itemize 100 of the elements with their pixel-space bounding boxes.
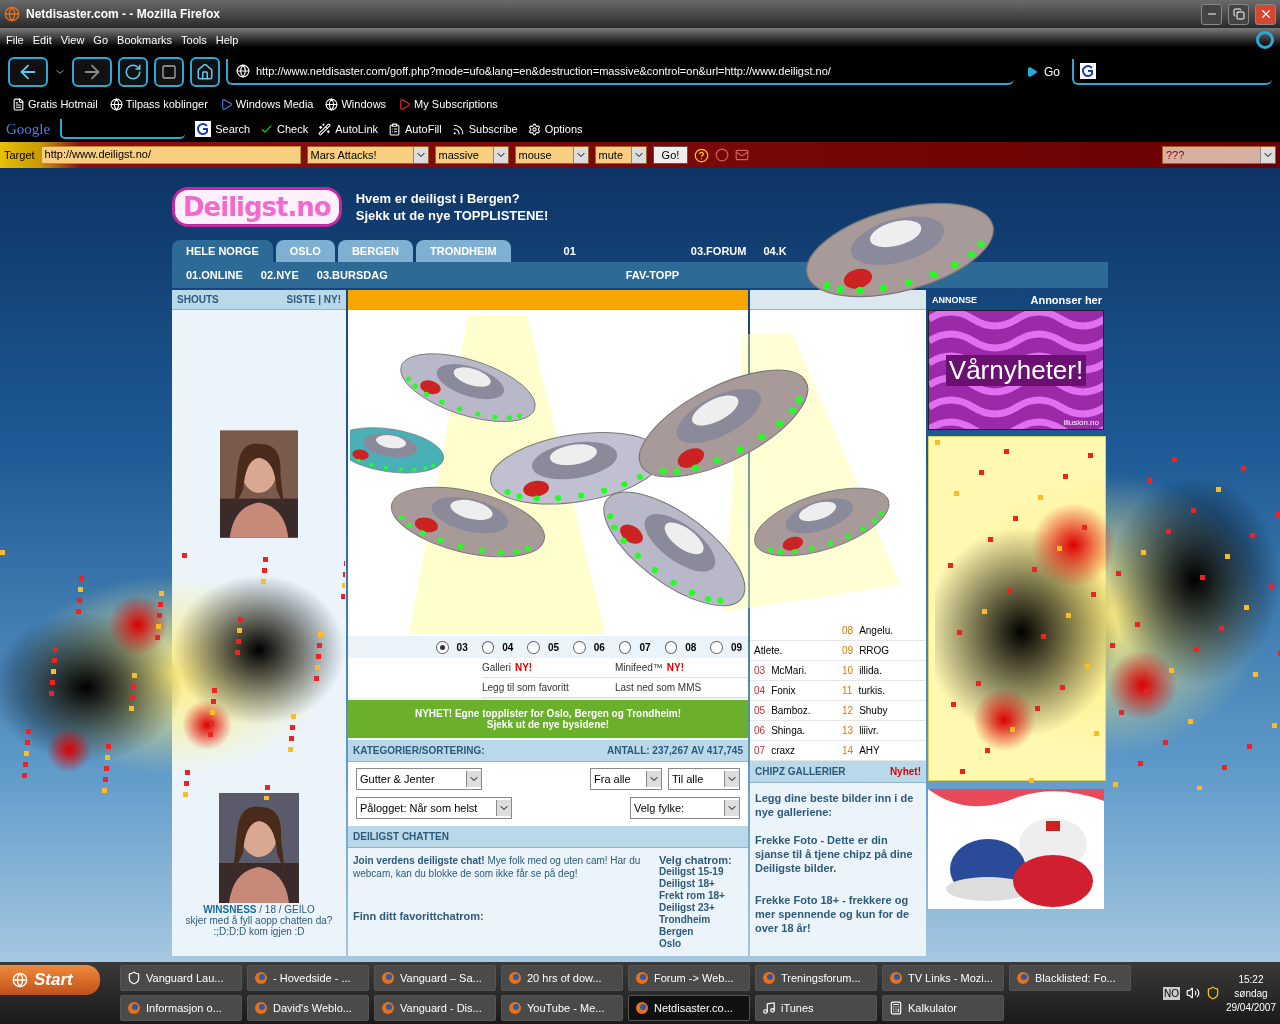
advertise-link[interactable]: Annonser her (1030, 294, 1102, 306)
chat-room-link[interactable]: Frekt rom 18+ (659, 890, 743, 902)
category-select[interactable]: Gutter & Jenter (356, 768, 482, 790)
nav-link[interactable]: FAV-TOPP (625, 269, 680, 281)
site-link[interactable]: Legg til som favoritt (482, 678, 615, 698)
target-field[interactable]: http://www.deiligst.no/ (40, 146, 301, 164)
toolbar-button[interactable]: Subscribe (451, 122, 518, 136)
google-logo[interactable]: Google (6, 120, 51, 138)
bookmark-link[interactable]: Gratis Hotmail (12, 97, 98, 111)
taskbar-button[interactable]: YouTube - Me... (501, 995, 623, 1021)
taskbar-button[interactable]: Kalkulator (882, 995, 1004, 1021)
chat-room-link[interactable]: Deiligst 18+ (659, 878, 743, 890)
menu-item[interactable]: Bookmarks (117, 34, 173, 46)
taskbar-button[interactable]: Vanguard Lau... (120, 965, 242, 991)
page-radio[interactable] (527, 640, 541, 654)
language-indicator[interactable]: NO (1162, 986, 1180, 1000)
home-button[interactable] (190, 57, 220, 87)
taskbar-button[interactable]: Blacklisted: Fo... (1009, 965, 1131, 991)
ad-banner[interactable]: Vårnyheter! illusion.no (928, 310, 1104, 430)
taskbar-button[interactable]: iTunes (755, 995, 877, 1021)
menu-item[interactable]: View (60, 34, 85, 46)
menu-item[interactable]: Help (215, 34, 239, 46)
site-link[interactable]: Minifeed™ NY! (615, 658, 748, 678)
nav-link[interactable]: 02.NYE (260, 269, 299, 281)
taskbar-button[interactable]: Vanguard - Dis... (374, 995, 496, 1021)
member-link[interactable]: Bamboz. (771, 705, 811, 716)
restore-button[interactable] (1228, 3, 1249, 25)
shout-links[interactable]: SISTE | NY! (286, 294, 341, 305)
stop-button[interactable] (154, 57, 184, 87)
online-select[interactable]: Pålogget: Når som helst (356, 797, 512, 819)
nav-link[interactable]: 03.BURSDAG (316, 269, 388, 281)
member-link[interactable]: illida. (859, 665, 882, 676)
bookmark-link[interactable]: Tilpass koblinger (109, 97, 208, 111)
option-select[interactable]: mouse (514, 146, 589, 164)
page-radio[interactable] (573, 640, 586, 654)
nav-link[interactable]: 04.K (763, 245, 787, 257)
address-field[interactable]: http://www.netdisaster.com/goff.php?mode=ufo&lang=en&destruction=massive&control=on&url=http://www.deiligst.no/ (226, 59, 1014, 85)
chat-room-link[interactable]: Bergen (659, 926, 743, 938)
member-link[interactable]: Fonix (771, 685, 796, 696)
toolbar-button[interactable]: Check (260, 122, 309, 136)
member-link[interactable]: Shinga. (771, 725, 806, 736)
taskbar-button[interactable]: Vanguard – Sa... (374, 965, 496, 991)
menu-item[interactable]: File (6, 34, 24, 46)
member-link[interactable]: RROG (859, 645, 890, 656)
option-select[interactable]: massive (434, 146, 509, 164)
option-select[interactable]: Mars Attacks! (306, 146, 429, 164)
page-radio[interactable] (436, 640, 449, 654)
nav-link[interactable]: 01 (563, 245, 576, 257)
region-tab[interactable]: HELE NORGE (172, 240, 273, 262)
reload-button[interactable] (118, 57, 148, 87)
back-button[interactable] (8, 57, 48, 87)
menu-item[interactable]: Go (93, 34, 109, 46)
toolbar-button[interactable]: AutoFill (388, 122, 442, 136)
taskbar-button[interactable]: - Hovedside - ... (247, 965, 369, 991)
taskbar-button[interactable]: Netdisaster.co... (628, 995, 750, 1021)
menu-item[interactable]: Edit (32, 34, 52, 46)
member-link[interactable]: Atlete. (754, 645, 783, 656)
toolbar-button[interactable]: Options (527, 122, 583, 136)
go-button[interactable]: Go! (652, 146, 689, 164)
chat-room-link[interactable]: Trondheim (659, 914, 743, 926)
menu-item[interactable]: Tools (181, 34, 207, 46)
member-link[interactable]: Angelu. (859, 625, 894, 636)
page-radio[interactable] (618, 640, 632, 654)
help-icon[interactable] (694, 147, 710, 163)
site-link[interactable]: Last ned som MMS (615, 678, 748, 698)
site-link[interactable]: Galleri NY! (482, 658, 615, 678)
go-button[interactable]: Go (1020, 64, 1066, 80)
member-link[interactable]: McMari. (771, 665, 807, 676)
taskbar-button[interactable]: Treningsforum... (755, 965, 877, 991)
circle-icon[interactable] (715, 148, 730, 162)
page-radio[interactable] (481, 640, 495, 654)
from-select[interactable]: Fra alle (590, 768, 662, 790)
taskbar-button[interactable]: David's Weblo... (247, 995, 369, 1021)
search-field[interactable] (1072, 59, 1272, 85)
bookmark-link[interactable]: Windows (325, 97, 387, 111)
chat-room-link[interactable]: Oslo (659, 938, 743, 950)
page-radio[interactable] (710, 640, 723, 654)
option-select[interactable]: mute (594, 146, 647, 164)
option-select[interactable]: ??? (1162, 146, 1276, 164)
bookmark-link[interactable]: Windows Media (219, 97, 314, 111)
forward-button[interactable] (72, 57, 112, 87)
to-select[interactable]: Til alle (668, 768, 740, 790)
toolbar-button[interactable]: Search (195, 121, 251, 137)
member-link[interactable]: craxz (771, 745, 796, 756)
member-link[interactable]: liiivr. (859, 725, 879, 736)
toolbar-button[interactable]: AutoLink (318, 122, 379, 136)
member-link[interactable]: turkis. (858, 685, 886, 696)
mail-icon[interactable] (735, 148, 750, 162)
taskbar-button[interactable]: Forum -> Web... (628, 965, 750, 991)
member-link[interactable]: Shuby (859, 705, 888, 716)
nav-link[interactable]: 03.FORUM (690, 245, 747, 257)
shield-icon[interactable] (1205, 986, 1220, 1000)
minimize-button[interactable] (1201, 3, 1222, 25)
nav-link[interactable]: 01.ONLINE (186, 269, 243, 281)
taskbar-button[interactable]: 20 hrs of dow... (501, 965, 623, 991)
volume-icon[interactable] (1185, 986, 1200, 1000)
taskbar-button[interactable]: Informasjon o... (120, 995, 242, 1021)
chat-room-link[interactable]: Deiligst 15-19 (659, 866, 743, 878)
county-select[interactable]: Velg fylke: (630, 797, 740, 819)
taskbar-button[interactable]: TV Links - Mozi... (882, 965, 1004, 991)
